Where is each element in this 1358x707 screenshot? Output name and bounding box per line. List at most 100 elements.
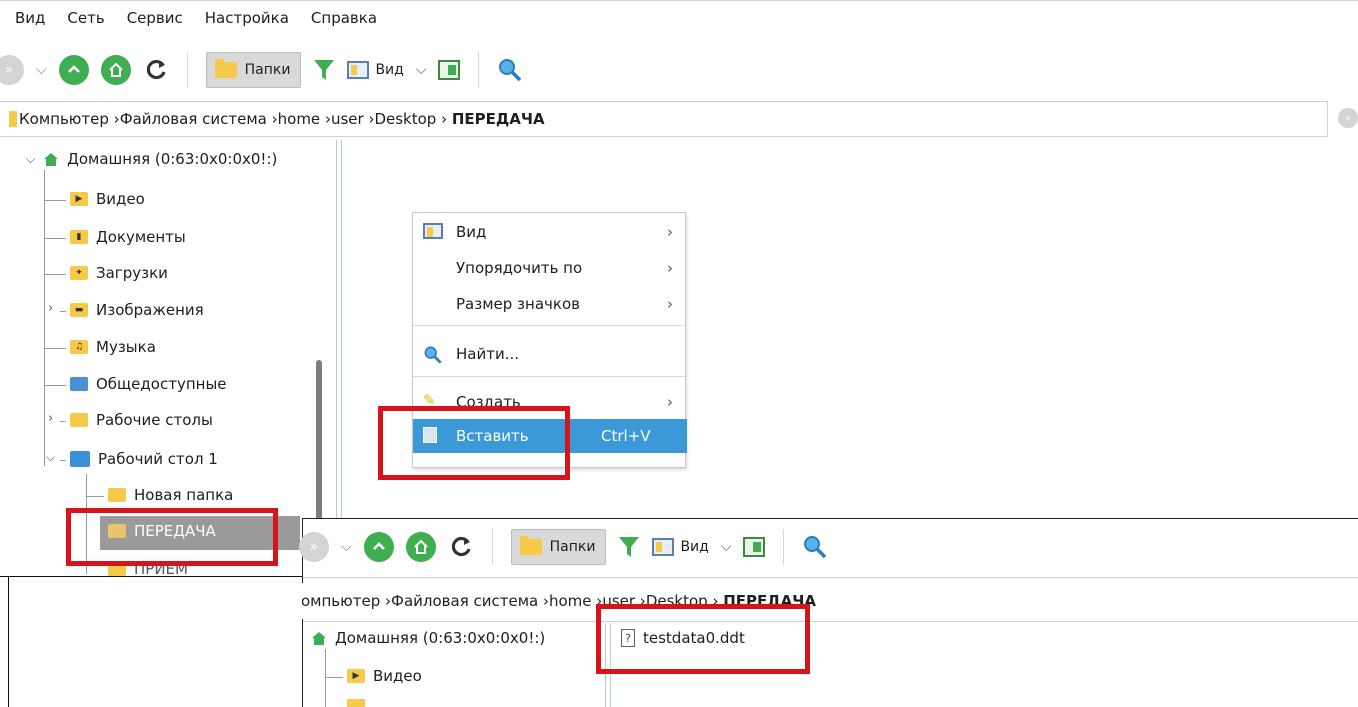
filter-button[interactable] [313, 58, 335, 82]
menu-service[interactable]: Сервис [116, 9, 194, 27]
tree-item-desktops[interactable]: Рабочие столы [70, 411, 213, 429]
menu-item-sort-by[interactable]: Упорядочить по › [413, 251, 687, 285]
forward-button[interactable]: » [299, 532, 329, 562]
overlay-toolbar-divider [303, 577, 1358, 578]
tree-item-video[interactable]: ▶ Видео [70, 190, 145, 208]
search-icon [424, 346, 442, 364]
downloads-folder-icon: ✦ [70, 266, 88, 280]
folder-icon [519, 536, 542, 555]
preview-panel-button[interactable] [438, 60, 461, 80]
main-toolbar: » ⌵ Папки Вид ⌵ [0, 48, 523, 92]
toolbar-separator [783, 529, 785, 565]
preview-panel-icon [743, 537, 766, 557]
filter-button[interactable] [618, 535, 640, 559]
submenu-arrow-icon: › [667, 295, 673, 313]
tree-guide [325, 677, 343, 678]
video-folder-icon: ▶ [70, 192, 88, 206]
view-label: Вид [680, 539, 709, 555]
refresh-button[interactable] [143, 57, 169, 83]
breadcrumb-filesystem[interactable]: Файловая система [391, 592, 538, 610]
breadcrumb-current[interactable]: ПЕРЕДАЧА [452, 110, 545, 128]
tree-guide [325, 649, 326, 707]
computer-icon [9, 111, 17, 127]
tree-item-downloads[interactable]: ✦ Загрузки [70, 264, 168, 282]
tree-label-home: Домашняя (0:63:0x0:0x0!:) [67, 150, 278, 168]
breadcrumb-user[interactable]: user [331, 110, 364, 128]
up-arrow-icon [372, 542, 385, 550]
overlay-address-divider [303, 621, 1358, 622]
overlay-address-bar[interactable]: омпьютер › Файловая система › home › use… [301, 583, 1358, 619]
folders-toggle-button[interactable]: Папки [205, 52, 302, 88]
breadcrumb-computer[interactable]: Компьютер [19, 110, 109, 128]
breadcrumb-desktop[interactable]: Desktop [374, 110, 436, 128]
overlay-tree-item-home[interactable]: Домашняя (0:63:0x0:0x0!:) [311, 629, 545, 647]
overlay-toolbar: » ⌵ Папки Вид ⌵ [299, 525, 828, 569]
folders-toggle-button[interactable]: Папки [510, 529, 607, 565]
folders-label: Папки [549, 539, 596, 555]
home-button[interactable] [100, 55, 131, 85]
tree-guide [60, 311, 66, 312]
breadcrumb-computer[interactable]: омпьютер [301, 592, 380, 610]
menu-label: Размер значков [456, 295, 580, 313]
tree-item-new-folder[interactable]: Новая папка [108, 486, 233, 504]
tree-item-public[interactable]: Общедоступные [70, 375, 227, 393]
tree-guide [44, 170, 45, 466]
view-icon [652, 538, 675, 556]
forward-button[interactable]: » [0, 55, 24, 85]
address-go-icon[interactable]: » [1338, 108, 1358, 128]
menu-view[interactable]: Вид [4, 9, 56, 27]
tree-guide [44, 200, 66, 201]
tree-item-desktop-1[interactable]: Рабочий стол 1 [70, 450, 218, 468]
tree-guide [86, 496, 104, 497]
folder-icon [214, 59, 237, 78]
history-dropdown-icon[interactable]: ⌵ [341, 539, 352, 555]
tree-label: Рабочий стол 1 [98, 450, 218, 468]
home-button[interactable] [405, 532, 436, 562]
up-button[interactable] [58, 55, 89, 85]
expand-arrow-icon[interactable]: › [48, 411, 53, 426]
video-folder-icon: ▶ [347, 669, 365, 683]
menu-network[interactable]: Сеть [56, 9, 115, 27]
overlay-tree-item-video[interactable]: ▶ Видео [347, 667, 422, 685]
search-button[interactable] [497, 57, 523, 83]
view-button[interactable]: Вид ⌵ [652, 538, 731, 556]
address-bar[interactable]: Компьютер › Файловая система › home › us… [0, 101, 1328, 137]
tree-item-pictures[interactable]: ▬ Изображения [70, 301, 204, 319]
menu-item-find[interactable]: Найти... [413, 337, 687, 371]
overlay-frame-left [8, 576, 9, 707]
history-dropdown-icon[interactable]: ⌵ [36, 62, 47, 78]
toolbar-separator [491, 529, 493, 565]
menu-label: Найти... [456, 345, 520, 363]
tree-label: Видео [96, 190, 145, 208]
up-button[interactable] [363, 532, 394, 562]
collapse-arrow-icon: ⌵ [26, 151, 36, 166]
folders-label: Папки [244, 62, 291, 78]
menu-item-icon-size[interactable]: Размер значков › [413, 287, 687, 321]
folder-icon [108, 488, 126, 502]
search-button[interactable] [802, 534, 828, 560]
breadcrumb-home[interactable]: home [278, 110, 321, 128]
breadcrumb-filesystem[interactable]: Файловая система [120, 110, 267, 128]
menu-help[interactable]: Справка [300, 9, 388, 27]
tree-item-home[interactable]: ⌵ Домашняя (0:63:0x0:0x0!:) [26, 150, 277, 168]
breadcrumb-home[interactable]: home [549, 592, 592, 610]
tree-label: Загрузки [96, 264, 168, 282]
documents-folder-icon: ▮ [70, 230, 88, 244]
menu-label: Упорядочить по [456, 259, 583, 277]
tree-label: Документы [96, 228, 186, 246]
preview-panel-button[interactable] [743, 537, 766, 557]
tree-label: Видео [373, 667, 422, 685]
view-button[interactable]: Вид ⌵ [347, 61, 426, 79]
view-icon [423, 223, 443, 239]
menu-item-view[interactable]: Вид › [413, 215, 687, 249]
menu-settings[interactable]: Настройка [194, 9, 300, 27]
expand-arrow-icon[interactable]: › [48, 301, 53, 316]
tree-item-music[interactable]: ♫ Музыка [70, 338, 156, 356]
home-icon [44, 153, 59, 166]
collapse-arrow-icon[interactable]: ⌵ [46, 450, 55, 465]
toolbar-separator [478, 52, 480, 88]
tree-scrollbar[interactable] [316, 360, 322, 542]
refresh-button[interactable] [448, 534, 474, 560]
tree-item-documents[interactable]: ▮ Документы [70, 228, 186, 246]
view-icon [347, 61, 370, 79]
